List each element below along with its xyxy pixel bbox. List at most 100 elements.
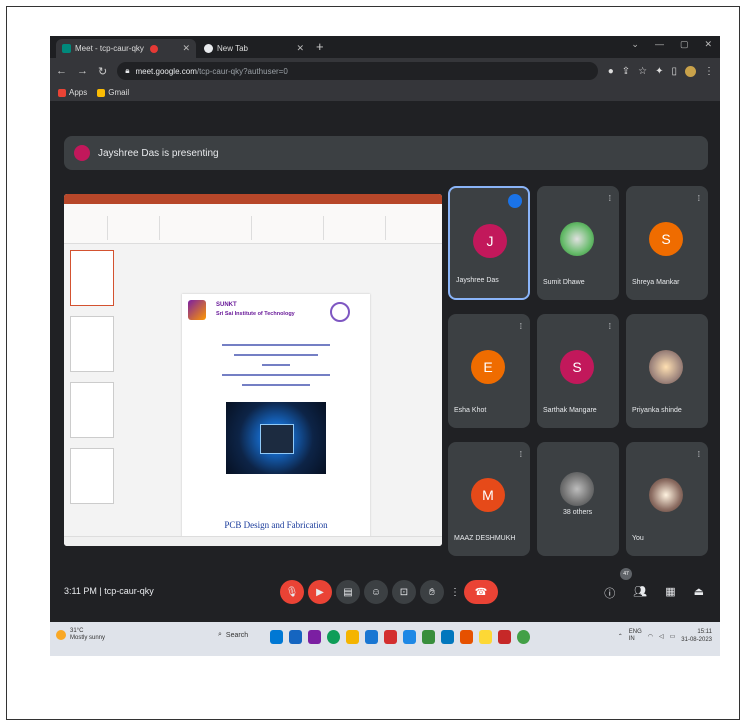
more-options-icon[interactable]: ⋮ (448, 580, 462, 604)
participant-tile[interactable]: ⁞ S Sarthak Mangare (537, 314, 619, 428)
recording-dot-icon (149, 44, 158, 53)
leave-call-button[interactable]: ☎︎ (464, 580, 498, 604)
address-bar[interactable]: 🔒︎ meet.google.com/tcp-caur-qky?authuser… (117, 62, 598, 80)
mic-toggle-button[interactable]: 🎙︎ (280, 580, 304, 604)
tab-new-tab[interactable]: New Tab ✕ (198, 39, 310, 58)
speaker-icon[interactable]: ◁ (659, 633, 664, 640)
participant-tile[interactable]: ⁞ E Esha Khot (448, 314, 530, 428)
app-icon[interactable] (479, 630, 492, 644)
mic-off-icon: ⁞ (697, 450, 700, 459)
weather-widget[interactable]: 31°C Mostly sunny (56, 628, 105, 642)
new-tab-plus-icon[interactable]: + (316, 39, 324, 54)
powerpoint-ribbon (64, 204, 442, 244)
minimize-icon[interactable]: — (655, 39, 664, 50)
app-icon[interactable] (403, 630, 416, 644)
app-icon[interactable] (384, 630, 397, 644)
extensions-puzzle-icon[interactable]: ✦ (655, 66, 663, 77)
participant-name: Sarthak Mangare (543, 407, 597, 414)
participant-tile[interactable]: J Jayshree Das (448, 186, 530, 300)
chat-icon[interactable]: ▦ (665, 585, 675, 601)
right-controls: ⓘ 👥︎ ▦ ⏏︎ (604, 585, 704, 601)
file-explorer-icon[interactable] (346, 630, 359, 644)
presenter-avatar (74, 145, 90, 161)
wifi-icon[interactable]: ◠ (648, 633, 653, 640)
app-icon[interactable] (498, 630, 511, 644)
others-tile[interactable]: 38 others (537, 442, 619, 556)
maximize-icon[interactable]: ▢ (680, 39, 689, 50)
search-label: Search (225, 631, 249, 639)
profile-avatar[interactable] (685, 65, 696, 77)
participant-tile[interactable]: Priyanka shinde (626, 314, 708, 428)
participant-photo (560, 222, 594, 256)
emoji-button[interactable]: ☺ (364, 580, 388, 604)
slide-thumbnail[interactable] (70, 316, 114, 372)
vscode-icon[interactable] (441, 630, 454, 644)
close-tab-icon[interactable]: ✕ (182, 43, 190, 54)
back-arrow-icon[interactable]: ← (56, 65, 67, 77)
people-icon[interactable]: 👥︎ (633, 585, 647, 601)
participant-avatar: S (649, 222, 683, 256)
url-path: /tcp-caur-qky?authuser=0 (196, 66, 288, 76)
participant-name: Esha Khot (454, 407, 487, 414)
mic-off-icon: ⁞ (697, 194, 700, 203)
forward-arrow-icon[interactable]: → (77, 65, 88, 77)
store-icon[interactable] (365, 630, 378, 644)
tab-meet-title: Meet - tcp-caur-qky (75, 44, 144, 53)
taskview-icon[interactable] (289, 630, 302, 644)
participant-tile[interactable]: ⁞ M MAAZ DESHMUKH (448, 442, 530, 556)
chrome-icon[interactable] (517, 630, 530, 644)
chevron-down-icon[interactable]: ⌄ (631, 39, 639, 50)
institute-name: SUNKT (216, 302, 237, 308)
present-button[interactable]: ⊡ (392, 580, 416, 604)
slide-text-line (234, 354, 318, 356)
slide-thumbnail[interactable] (70, 382, 114, 438)
participant-tile[interactable]: ⁞ S Shreya Mankar (626, 186, 708, 300)
windows-start-icon[interactable] (270, 630, 283, 644)
slide-text-line (222, 344, 330, 346)
camera-toggle-button[interactable]: ▶︎ (308, 580, 332, 604)
presenting-text: Jayshree Das is presenting (98, 147, 219, 159)
chrome-favicon-icon (204, 44, 213, 53)
meeting-code: tcp-caur-qky (104, 586, 154, 596)
battery-icon[interactable]: ▭ (670, 633, 676, 640)
bookmarks-bar: Apps Gmail (50, 84, 720, 102)
bookmark-apps[interactable]: Apps (58, 88, 87, 97)
app-icon[interactable] (460, 630, 473, 644)
windows-taskbar: 31°C Mostly sunny ⌕ Search ⌃ ENG IN ◠ ◁ … (50, 622, 720, 656)
meeting-controls: 3:11 PM | tcp-caur-qky 🎙︎ ▶︎ ▤ ☺ ⊡ ✋︎ ⋮ … (50, 568, 720, 612)
chevron-up-icon[interactable]: ⌃ (618, 633, 623, 640)
speaking-indicator-icon (508, 194, 522, 208)
participant-count-badge: 47 (620, 568, 632, 580)
kebab-menu-icon[interactable]: ⋮ (704, 66, 714, 77)
captions-button[interactable]: ▤ (336, 580, 360, 604)
window-controls: ⌄ — ▢ ✕ (631, 39, 712, 50)
activities-icon[interactable]: ⏏︎ (694, 585, 704, 601)
info-icon[interactable]: ⓘ (604, 585, 615, 601)
mic-off-icon: ⁞ (519, 450, 522, 459)
url-host: meet.google.com (135, 66, 197, 76)
bookmark-gmail[interactable]: Gmail (97, 88, 129, 97)
lang-indicator[interactable]: ENG IN (629, 629, 642, 643)
meeting-info: 3:11 PM | tcp-caur-qky (64, 586, 154, 596)
system-tray: ⌃ ENG IN ◠ ◁ ▭ 15:11 31-08-2023 (618, 628, 712, 644)
tab-meet[interactable]: Meet - tcp-caur-qky ✕ (56, 39, 196, 58)
tab-new-title: New Tab (217, 44, 248, 53)
reload-icon[interactable]: ↻ (98, 65, 107, 78)
edge-icon[interactable] (327, 630, 340, 644)
close-window-icon[interactable]: ✕ (704, 39, 712, 50)
participant-avatar: J (473, 224, 507, 258)
slide-thumbnail[interactable] (70, 250, 114, 306)
participant-tile[interactable]: ⁞ Sumit Dhawe (537, 186, 619, 300)
star-icon[interactable]: ☆ (638, 66, 647, 77)
teams-icon[interactable] (308, 630, 321, 644)
record-icon[interactable]: ● (608, 66, 614, 77)
self-tile[interactable]: ⁞ You (626, 442, 708, 556)
app-icon[interactable] (422, 630, 435, 644)
share-icon[interactable]: ⇪ (622, 66, 630, 77)
raise-hand-button[interactable]: ✋︎ (420, 580, 444, 604)
close-tab-icon[interactable]: ✕ (296, 43, 304, 54)
slide-thumbnail[interactable] (70, 448, 114, 504)
taskbar-clock[interactable]: 15:11 31-08-2023 (681, 628, 712, 644)
sidepanel-icon[interactable]: ▯ (671, 66, 677, 77)
taskbar-search[interactable]: ⌕ Search (218, 631, 248, 639)
